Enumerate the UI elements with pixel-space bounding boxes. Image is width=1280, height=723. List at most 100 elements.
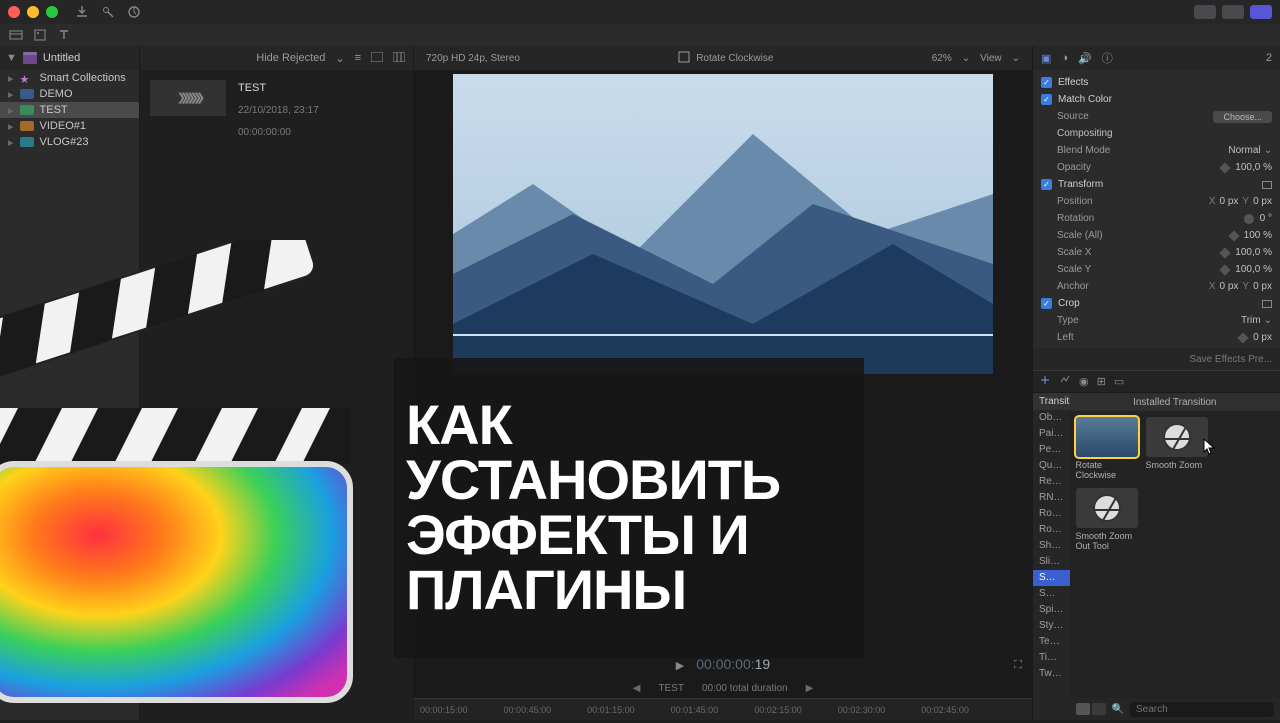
- crop-left-row[interactable]: Left0 px: [1033, 329, 1280, 346]
- color-inspector-icon[interactable]: ◑: [1061, 52, 1068, 64]
- transition-thumbnail[interactable]: [1076, 488, 1138, 528]
- transition-category[interactable]: Spin Transition: [1033, 602, 1070, 618]
- scale-y-row[interactable]: Scale Y100,0 %: [1033, 261, 1280, 278]
- show-onscreen-icon[interactable]: [1262, 181, 1272, 189]
- crop-section[interactable]: Crop: [1033, 295, 1280, 312]
- transition-category[interactable]: Paint Transitions: [1033, 426, 1070, 442]
- checkbox-icon[interactable]: [1041, 77, 1052, 88]
- transition-item[interactable]: Rotate Clockwise: [1076, 417, 1138, 480]
- transition-category[interactable]: Twirl Transition: [1033, 666, 1070, 682]
- search-icon: 🔍: [1112, 704, 1124, 715]
- zoom-level[interactable]: 62%: [932, 53, 952, 64]
- transition-category[interactable]: Objects: [1033, 410, 1070, 426]
- anchor-row[interactable]: AnchorX0 pxY0 px: [1033, 278, 1280, 295]
- solo-icon[interactable]: ◉: [1079, 375, 1089, 388]
- minimize-window-button[interactable]: [27, 6, 39, 18]
- titles-icon[interactable]: [56, 27, 72, 43]
- titlebar-tools: [74, 4, 142, 20]
- sidebar-item[interactable]: ▸★Smart Collections: [0, 70, 139, 86]
- sidebar-item[interactable]: ▸VIDEO#1: [0, 118, 139, 134]
- photos-icon[interactable]: [32, 27, 48, 43]
- close-window-button[interactable]: [8, 6, 20, 18]
- workspace-button-2[interactable]: [1222, 5, 1244, 19]
- show-onscreen-icon[interactable]: [1262, 300, 1272, 308]
- layout-toggle[interactable]: [1076, 703, 1106, 715]
- crop-type-row[interactable]: TypeTrim⌄: [1033, 312, 1280, 329]
- audio-skimming-icon[interactable]: [1059, 374, 1071, 389]
- snapping-icon[interactable]: ⊞: [1097, 375, 1106, 388]
- transition-item[interactable]: Smooth Zoom: [1146, 417, 1208, 480]
- scale-all-row[interactable]: Scale (All)100 %: [1033, 227, 1280, 244]
- save-effects-preset-button[interactable]: Save Effects Pre...: [1033, 348, 1280, 370]
- transition-category[interactable]: SMART.MEDIA: [1033, 570, 1070, 586]
- transition-category[interactable]: RollWorld Matt Komo Transi...: [1033, 506, 1070, 522]
- viewer-format: 720p HD 24p, Stereo: [426, 53, 520, 64]
- inspector-tabs: ▣ ◑ 🔊 ⓘ 2: [1033, 46, 1280, 70]
- timeline-ruler[interactable]: 00:00:15:0000:00:45:0000:01:15:0000:01:4…: [414, 698, 1032, 720]
- checkbox-icon[interactable]: [1041, 179, 1052, 190]
- position-row[interactable]: PositionX0 pxY0 px: [1033, 193, 1280, 210]
- transition-category[interactable]: RN Luma Fade Transitions: [1033, 490, 1070, 506]
- list-view-icon[interactable]: [371, 52, 383, 65]
- transition-thumbnail[interactable]: [1146, 417, 1208, 457]
- skimming-icon[interactable]: [1039, 374, 1051, 389]
- background-tasks-icon[interactable]: [126, 4, 142, 20]
- sidebar-item[interactable]: ▸VLOG#23: [0, 134, 139, 150]
- audio-inspector-icon[interactable]: 🔊: [1078, 52, 1092, 65]
- transition-thumbnail[interactable]: [1076, 417, 1138, 457]
- info-inspector-icon[interactable]: ⓘ: [1102, 50, 1113, 66]
- video-inspector-icon[interactable]: ▣: [1041, 52, 1051, 65]
- transition-category[interactable]: Timewarp Sam Kolder Tran...: [1033, 650, 1070, 666]
- transition-category[interactable]: Quick Blur Transitions: [1033, 458, 1070, 474]
- clip-appearance-icon[interactable]: ▭: [1114, 375, 1124, 388]
- library-header[interactable]: ▼ Untitled: [0, 46, 139, 70]
- checkbox-icon[interactable]: [1041, 94, 1052, 105]
- play-button[interactable]: ▶: [676, 659, 684, 672]
- import-icon[interactable]: [74, 4, 90, 20]
- smart-collection-icon: ★: [20, 73, 34, 83]
- rotation-row[interactable]: Rotation0 °: [1033, 210, 1280, 227]
- filmstrip-view-icon[interactable]: [393, 52, 405, 65]
- transition-category[interactable]: Shake Transition: [1033, 538, 1070, 554]
- sidebar-item[interactable]: ▸TEST: [0, 102, 139, 118]
- matchcolor-section[interactable]: Match Color: [1033, 91, 1280, 108]
- disclosure-triangle-icon[interactable]: ▼: [6, 52, 17, 64]
- transition-label: Smooth Zoom Out Tool: [1076, 531, 1138, 551]
- transition-item[interactable]: Smooth Zoom Out Tool: [1076, 488, 1138, 551]
- rotation-dial-icon[interactable]: [1244, 214, 1254, 224]
- zoom-window-button[interactable]: [46, 6, 58, 18]
- transition-category[interactable]: Perspective Transition: [1033, 442, 1070, 458]
- search-input[interactable]: [1130, 702, 1274, 717]
- transition-category[interactable]: Rotation Transitions: [1033, 522, 1070, 538]
- clip-row[interactable]: ❯❯❯❯❯❯❯ TEST 22/10/2018, 23:17 00:00:00:…: [140, 70, 413, 148]
- prev-edit-icon[interactable]: ◀: [633, 683, 641, 694]
- transition-category[interactable]: Replicator/Clones: [1033, 474, 1070, 490]
- transition-category[interactable]: Tear Transitions: [1033, 634, 1070, 650]
- transitions-browser: Transitions ObjectsPaint TransitionsPers…: [1033, 392, 1280, 720]
- blendmode-row[interactable]: Blend ModeNormal⌄: [1033, 142, 1280, 159]
- keyword-icon[interactable]: [100, 4, 116, 20]
- effects-section[interactable]: Effects: [1033, 74, 1280, 91]
- scale-x-row[interactable]: Scale X100,0 %: [1033, 244, 1280, 261]
- next-edit-icon[interactable]: ▶: [806, 683, 814, 694]
- transition-category[interactable]: Slide Transitions: [1033, 554, 1070, 570]
- checkbox-icon[interactable]: [1041, 298, 1052, 309]
- chevron-down-icon: ⌄: [962, 53, 970, 64]
- clip-appearance-icon[interactable]: ≡: [355, 52, 361, 64]
- workspace-button-1[interactable]: [1194, 5, 1216, 19]
- view-menu[interactable]: View: [980, 53, 1002, 64]
- timecode-display[interactable]: 00:00:00:19: [696, 656, 770, 674]
- choose-button[interactable]: Choose...: [1213, 111, 1272, 123]
- transition-category[interactable]: Smooth Zooms 2.0: [1033, 586, 1070, 602]
- fullscreen-icon[interactable]: ⛶: [1014, 659, 1022, 672]
- filter-dropdown[interactable]: Hide Rejected: [256, 52, 325, 64]
- opacity-row[interactable]: Opacity100,0 %: [1033, 159, 1280, 176]
- transitions-grid: Installed Transition Rotate ClockwiseSmo…: [1070, 393, 1280, 720]
- workspace-button-3[interactable]: [1250, 5, 1272, 19]
- transition-category[interactable]: Stylized: [1033, 618, 1070, 634]
- library-icon[interactable]: [8, 27, 24, 43]
- transform-section[interactable]: Transform: [1033, 176, 1280, 193]
- sidebar-item[interactable]: ▸DEMO: [0, 86, 139, 102]
- clip-thumbnail[interactable]: ❯❯❯❯❯❯❯: [150, 80, 226, 116]
- transform-icon[interactable]: [678, 51, 690, 66]
